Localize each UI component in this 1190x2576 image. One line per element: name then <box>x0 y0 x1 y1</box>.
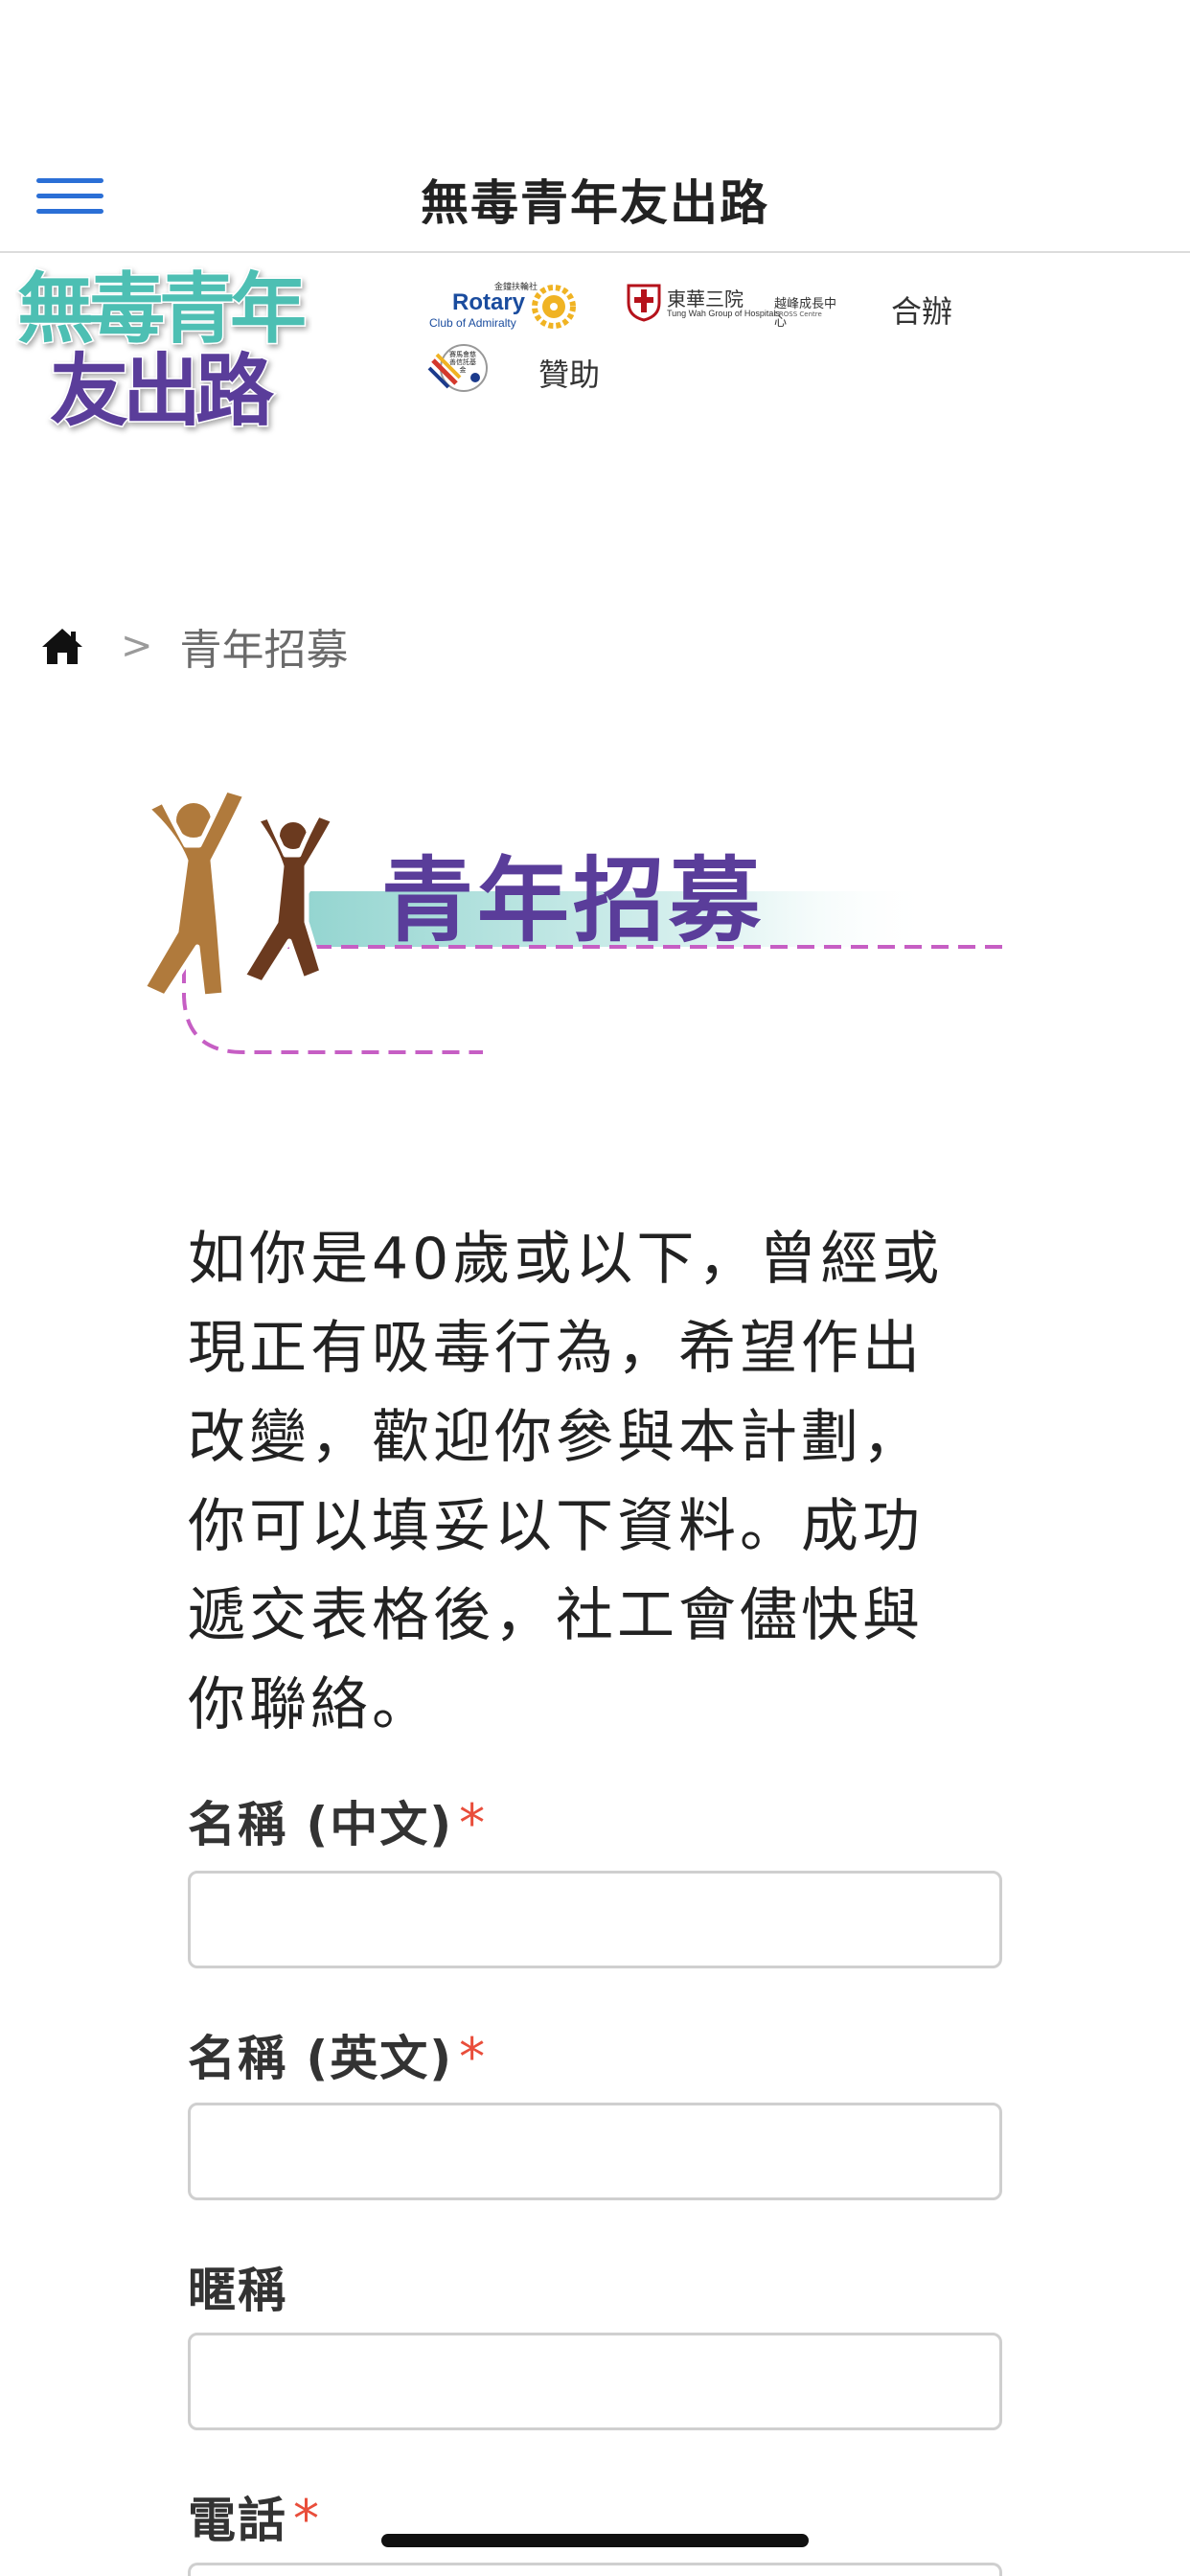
required-mark: * <box>459 2027 488 2087</box>
home-indicator[interactable] <box>381 2534 809 2547</box>
sponsor-label: 贊助 <box>538 356 601 393</box>
people-cheering-icon <box>141 787 336 1000</box>
tungwah-crest-icon <box>627 284 661 322</box>
rotary-logo: 金鐘扶輪社 Rotary Club of Admiralty <box>427 280 579 332</box>
nickname-label: 暱稱 <box>188 2263 287 2318</box>
rotary-wheel-icon <box>532 285 576 329</box>
section-title: 青年招募 <box>381 847 765 954</box>
name-en-input[interactable] <box>188 2103 1002 2200</box>
intro-line: 如你是40歲或以下，曾經或 <box>188 1226 944 1293</box>
intro-line: 你可以填妥以下資料。成功 <box>188 1493 924 1560</box>
brand-logo-line2: 友出路 <box>50 346 275 437</box>
brand-logo-line1: 無毒青年 <box>17 264 305 354</box>
breadcrumb-current: 青年招募 <box>179 626 349 675</box>
breadcrumb-separator: > <box>121 624 153 668</box>
phone-input[interactable] <box>188 2563 1002 2576</box>
home-icon[interactable] <box>40 626 84 666</box>
page: 無毒青年友出路 無毒青年 友出路 金鐘扶輪社 Rotary Club of Ad… <box>0 0 1190 2576</box>
section-heading: 青年招募 <box>80 778 1019 1066</box>
intro-paragraph: 如你是40歲或以下，曾經或 現正有吸毒行為，希望作出 改變，歡迎你參與本計劃， … <box>188 1215 1002 1750</box>
name-en-label: 名稱 (英文) * <box>188 2027 488 2087</box>
tungwah-logo: 東華三院 Tung Wah Group of Hospitals 越峰成長中心 … <box>625 280 841 330</box>
intro-line: 遞交表格後，社工會儘快與 <box>188 1582 924 1649</box>
name-cn-label: 名稱 (中文) * <box>188 1793 488 1853</box>
partner-logos: 金鐘扶輪社 Rotary Club of Admiralty 東華三院 Tung… <box>422 274 1169 408</box>
top-navbar: 無毒青年友出路 <box>0 142 1190 253</box>
nickname-input[interactable] <box>188 2333 1002 2430</box>
phone-label: 電話 * <box>188 2489 321 2549</box>
app-title: 無毒青年友出路 <box>421 175 769 231</box>
required-mark: * <box>459 1793 488 1853</box>
sponsor-badge: 賽馬會慈善信託基金 <box>427 341 492 395</box>
co-organizer-label: 合辦 <box>891 293 953 330</box>
intro-line: 改變，歡迎你參與本計劃， <box>188 1404 924 1471</box>
intro-line: 你聯絡。 <box>188 1671 433 1738</box>
intro-line: 現正有吸毒行為，希望作出 <box>188 1315 924 1382</box>
breadcrumb: > 青年招募 <box>40 617 349 675</box>
required-mark: * <box>293 2489 321 2549</box>
name-cn-input[interactable] <box>188 1871 1002 1968</box>
brand-logo[interactable]: 無毒青年 友出路 <box>15 264 312 437</box>
